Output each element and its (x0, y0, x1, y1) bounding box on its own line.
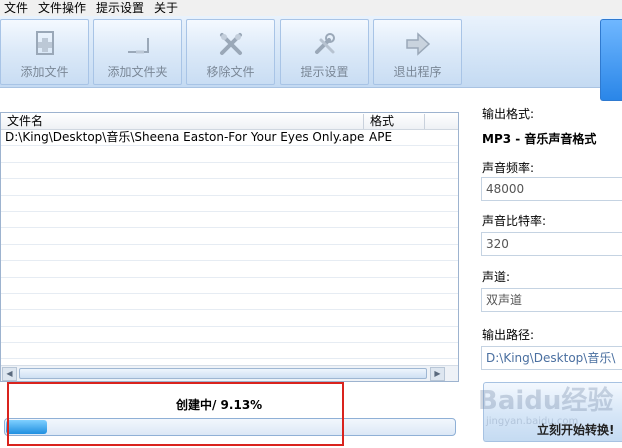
list-rows: D:\King\Desktop\音乐\Sheena Easton-For You… (1, 130, 458, 365)
table-row[interactable] (1, 310, 458, 327)
column-header-filename[interactable]: 文件名 (1, 113, 363, 130)
table-row[interactable] (1, 146, 458, 163)
remove-file-icon (219, 33, 242, 55)
table-row[interactable] (1, 196, 458, 212)
add-file-button[interactable]: 添加文件 (0, 19, 89, 85)
table-row[interactable] (1, 294, 458, 311)
table-row[interactable] (1, 179, 458, 196)
exit-icon (405, 32, 430, 56)
bitrate-label: 声音比特率: (482, 214, 547, 228)
watermark-text: Baidu经验 (478, 386, 614, 416)
add-folder-label: 添加文件夹 (107, 65, 168, 79)
file-list[interactable]: 文件名 格式 D:\King\Desktop\音乐\Sheena Easton-… (0, 112, 459, 382)
sample-rate-field[interactable]: 48000 (481, 177, 622, 201)
table-row[interactable] (1, 261, 458, 278)
list-header: 文件名 格式 (1, 113, 458, 130)
highlight-annotation (7, 382, 344, 446)
exit-button[interactable]: 退出程序 (373, 19, 462, 85)
scroll-left-icon[interactable]: ◀ (2, 367, 17, 381)
add-folder-button[interactable]: 添加文件夹 (93, 19, 182, 85)
menu-file[interactable]: 文件 (0, 1, 34, 16)
sample-rate-label: 声音频率: (482, 161, 535, 175)
column-divider[interactable] (424, 114, 425, 129)
output-format-label: 输出格式: (482, 107, 535, 121)
column-header-format[interactable]: 格式 (364, 113, 424, 130)
prompt-settings-label: 提示设置 (300, 65, 349, 79)
output-format-value[interactable]: MP3 - 音乐声音格式 (482, 132, 596, 146)
channel-field[interactable]: 双声道 (481, 288, 622, 312)
menu-prompt-settings[interactable]: 提示设置 (92, 1, 150, 16)
side-tab[interactable] (600, 19, 622, 101)
table-row[interactable] (1, 343, 458, 360)
file-name-cell: D:\King\Desktop\音乐\Sheena Easton-For You… (5, 130, 365, 144)
menu-about[interactable]: 关于 (150, 1, 184, 16)
table-row[interactable] (1, 278, 458, 294)
remove-file-label: 移除文件 (206, 65, 255, 79)
remove-file-button[interactable]: 移除文件 (186, 19, 275, 85)
table-row[interactable] (1, 212, 458, 229)
output-path-field[interactable]: D:\King\Desktop\音乐\ (481, 346, 622, 370)
prompt-settings-button[interactable]: 提示设置 (280, 19, 369, 85)
exit-label: 退出程序 (393, 65, 442, 79)
table-row[interactable] (1, 163, 458, 180)
scrollbar-thumb[interactable] (19, 368, 427, 379)
horizontal-scrollbar[interactable]: ◀ ▶ (1, 365, 458, 381)
settings-icon (314, 33, 335, 54)
add-folder-icon (127, 38, 149, 54)
add-file-icon (35, 31, 54, 55)
start-convert-label: 立刻开始转换! (537, 423, 615, 437)
menu-file-operations[interactable]: 文件操作 (34, 1, 92, 16)
scroll-right-icon[interactable]: ▶ (430, 367, 445, 381)
channel-label: 声道: (482, 270, 511, 284)
menu-bar: 文件 文件操作 提示设置 关于 (0, 0, 622, 16)
bitrate-field[interactable]: 320 (481, 232, 622, 256)
table-row[interactable]: D:\King\Desktop\音乐\Sheena Easton-For You… (1, 130, 458, 147)
toolbar: 添加文件 添加文件夹 移除文件 提示设置 退出程序 (0, 16, 622, 101)
output-path-label: 输出路径: (482, 328, 535, 342)
table-row[interactable] (1, 245, 458, 262)
table-row[interactable] (1, 228, 458, 245)
add-file-label: 添加文件 (20, 65, 69, 79)
table-row[interactable] (1, 327, 458, 344)
file-format-cell: APE (369, 130, 393, 144)
